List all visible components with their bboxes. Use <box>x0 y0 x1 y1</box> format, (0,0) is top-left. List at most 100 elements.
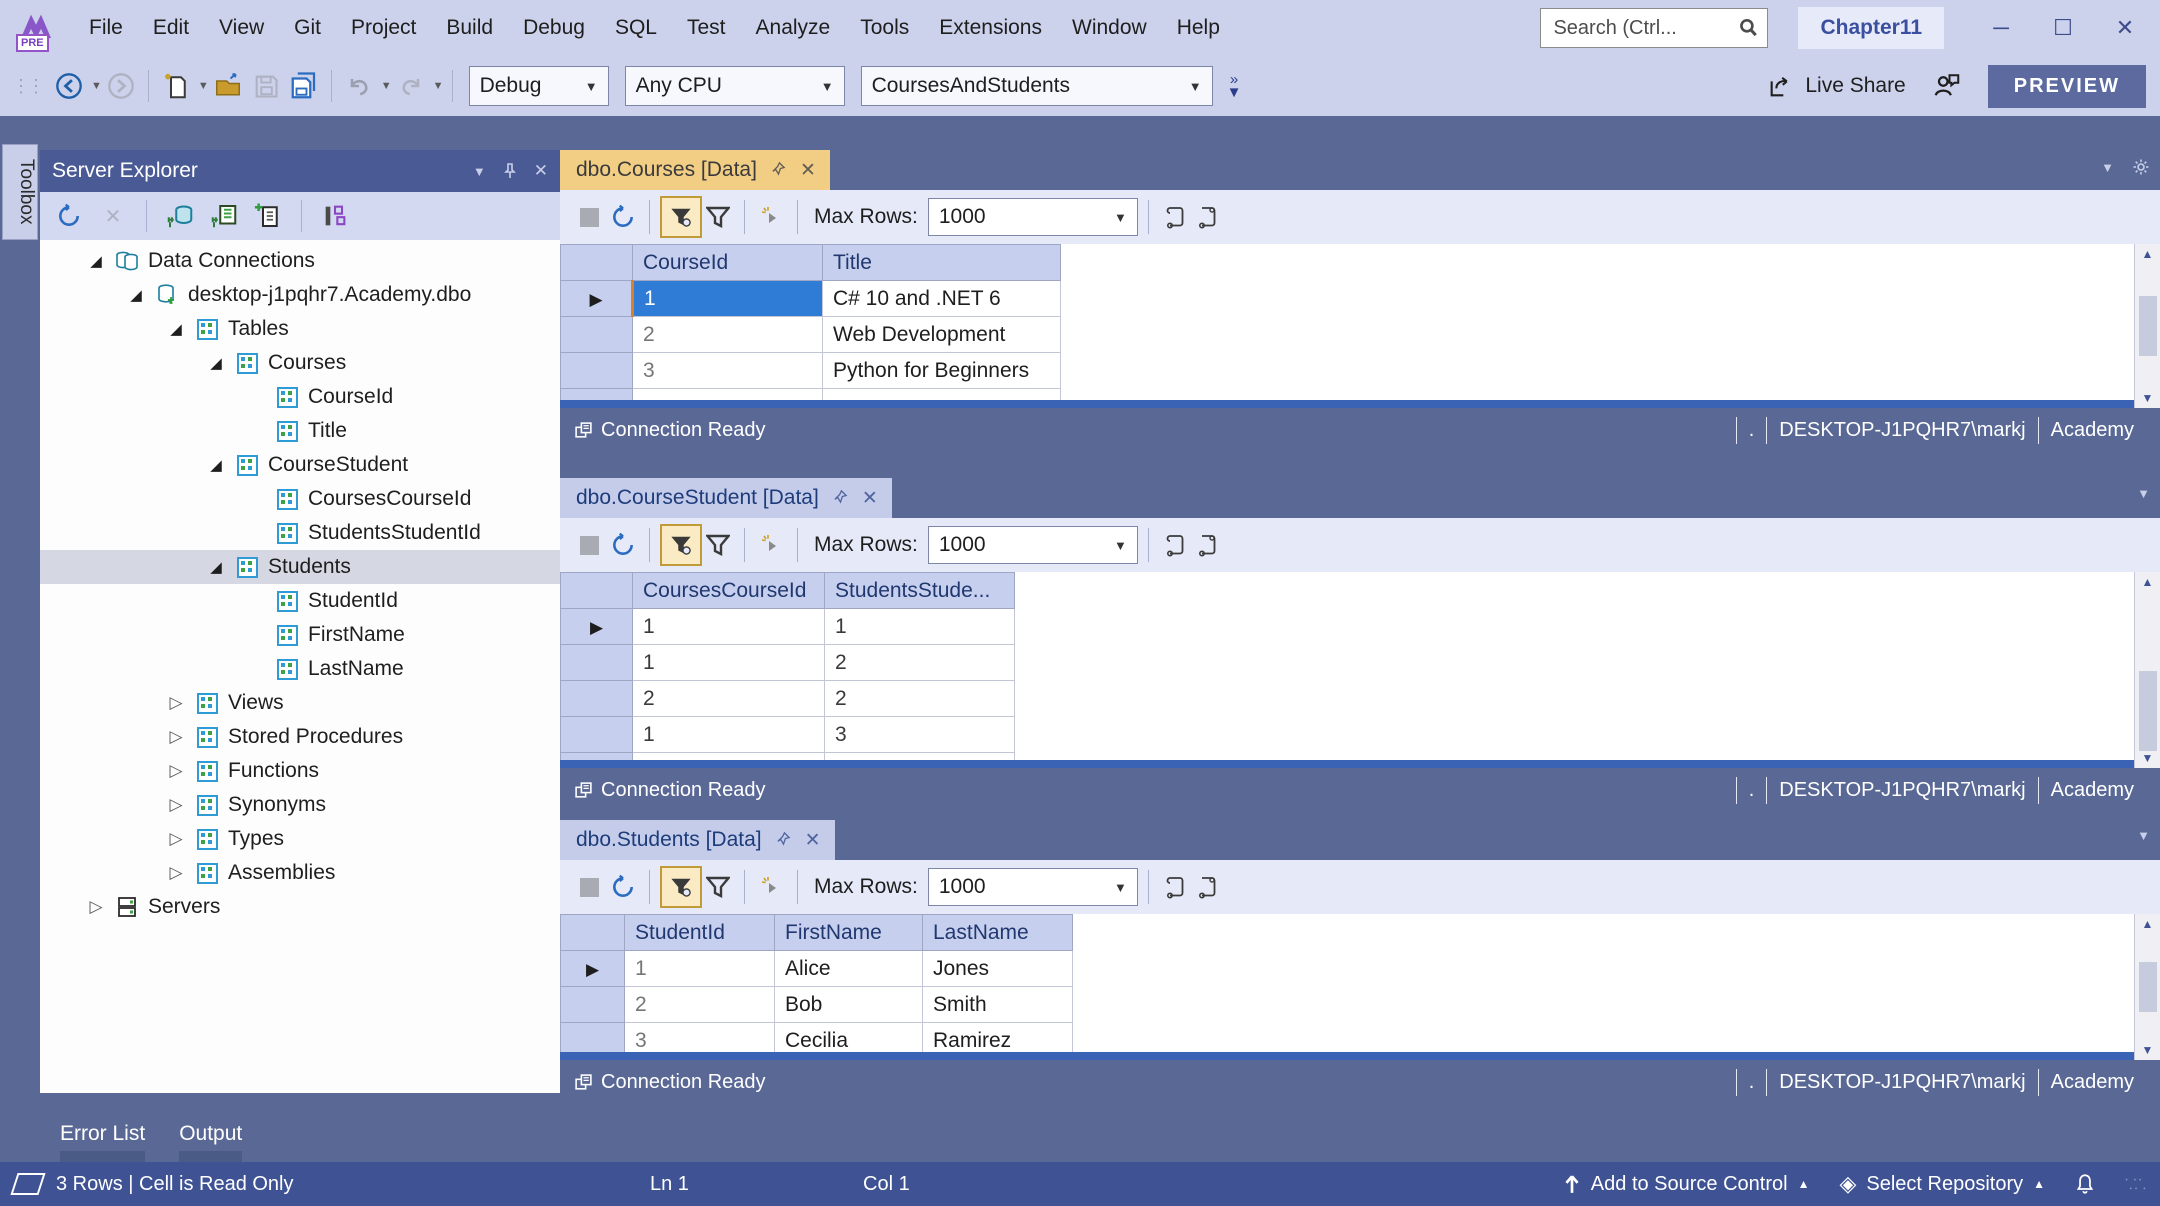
open-file-button[interactable] <box>211 66 245 106</box>
close-icon[interactable]: ✕ <box>534 161 548 181</box>
vertical-scrollbar[interactable]: ▲ ▼ <box>2134 572 2160 768</box>
tree-item-database-connection[interactable]: ◢ desktop-j1pqhr7.Academy.dbo <box>40 278 560 312</box>
expander-collapsed-icon[interactable]: ▷ <box>80 897 112 917</box>
max-rows-dropdown[interactable]: 1000 ▼ <box>928 868 1138 906</box>
expander-expanded-icon[interactable]: ◢ <box>200 354 232 372</box>
column-header-courseid[interactable]: CourseId <box>633 245 823 281</box>
stop-refresh-icon[interactable]: ✕ <box>96 196 130 236</box>
tree-item-stored-procedures[interactable]: ▷ Stored Procedures <box>40 720 560 754</box>
scroll-thumb[interactable] <box>2139 962 2157 1012</box>
connect-to-server-button[interactable] <box>207 196 241 236</box>
column-header-title[interactable]: Title <box>823 245 1061 281</box>
stop-icon[interactable] <box>580 208 599 227</box>
run-query-icon[interactable] <box>755 875 787 899</box>
menu-test[interactable]: Test <box>672 0 741 56</box>
refresh-icon[interactable] <box>607 204 639 230</box>
column-header-studentid[interactable]: StudentId <box>625 915 775 951</box>
cell[interactable]: 2 <box>825 645 1015 681</box>
expander-collapsed-icon[interactable]: ▷ <box>160 863 192 883</box>
filter-icon[interactable] <box>702 205 734 229</box>
horizontal-scrollbar[interactable] <box>560 760 2134 768</box>
stop-icon[interactable] <box>580 878 599 897</box>
filter-icon[interactable] <box>702 875 734 899</box>
tree-item-courses-table[interactable]: ◢ Courses <box>40 346 560 380</box>
gear-icon[interactable] <box>2132 158 2150 176</box>
scroll-up-icon[interactable]: ▲ <box>2142 917 2154 931</box>
tree-item-synonyms[interactable]: ▷ Synonyms <box>40 788 560 822</box>
tree-item-data-connections[interactable]: ◢ Data Connections <box>40 244 560 278</box>
row-header[interactable] <box>561 353 633 389</box>
tab-error-list[interactable]: Error List <box>60 1118 145 1163</box>
toolbar-overflow-button[interactable]: »▼ <box>1227 73 1242 99</box>
expander-collapsed-icon[interactable]: ▷ <box>160 761 192 781</box>
max-rows-dropdown[interactable]: 1000 ▼ <box>928 198 1138 236</box>
pin-icon[interactable] <box>771 158 786 182</box>
menu-analyze[interactable]: Analyze <box>741 0 846 56</box>
vertical-scrollbar[interactable]: ▲ ▼ <box>2134 244 2160 408</box>
tree-item-coursescourseid-column[interactable]: CoursesCourseId <box>40 482 560 516</box>
navigate-forward-button[interactable] <box>104 66 138 106</box>
tree-item-views[interactable]: ▷ Views <box>40 686 560 720</box>
row-header-corner[interactable] <box>561 915 625 951</box>
tab-dbo-courses-data[interactable]: dbo.Courses [Data] ✕ <box>560 150 830 190</box>
tree-item-tables[interactable]: ◢ Tables <box>40 312 560 346</box>
scroll-thumb[interactable] <box>2139 671 2157 751</box>
undo-dropdown-icon[interactable]: ▼ <box>381 80 392 92</box>
tree-item-courseid-column[interactable]: CourseId <box>40 380 560 414</box>
solution-platform-dropdown[interactable]: Any CPU▼ <box>625 66 845 106</box>
menu-help[interactable]: Help <box>1162 0 1235 56</box>
create-new-sql-database-button[interactable] <box>251 196 285 236</box>
scroll-thumb[interactable] <box>2139 296 2157 356</box>
refresh-icon[interactable] <box>607 532 639 558</box>
menu-view[interactable]: View <box>204 0 279 56</box>
close-icon[interactable]: ✕ <box>800 159 816 182</box>
cell[interactable]: 1 <box>633 609 825 645</box>
cell[interactable]: Python for Beginners <box>823 353 1061 389</box>
row-header-current[interactable]: ▶ <box>561 609 633 645</box>
script-file-icon[interactable] <box>1191 205 1223 229</box>
chevron-down-icon[interactable]: ▼ <box>2137 486 2150 501</box>
server-explorer-header[interactable]: Server Explorer ▼ ✕ <box>40 150 560 192</box>
add-to-source-control-button[interactable]: Add to Source Control ▲ <box>1563 1173 1810 1196</box>
script-icon[interactable] <box>1159 205 1191 229</box>
cell[interactable]: 3 <box>633 353 823 389</box>
cell[interactable]: 3 <box>825 717 1015 753</box>
scroll-up-icon[interactable]: ▲ <box>2142 575 2154 589</box>
cell[interactable]: C# 10 and .NET 6 <box>823 281 1061 317</box>
tab-output[interactable]: Output <box>179 1118 242 1163</box>
tree-item-studentid-column[interactable]: StudentId <box>40 584 560 618</box>
save-all-button[interactable] <box>287 66 321 106</box>
expander-expanded-icon[interactable]: ◢ <box>200 558 232 576</box>
new-file-dropdown-icon[interactable]: ▼ <box>198 80 209 92</box>
select-repository-button[interactable]: ◈ Select Repository ▲ <box>1839 1171 2045 1197</box>
script-file-icon[interactable] <box>1191 875 1223 899</box>
filter-active-button[interactable] <box>660 196 702 238</box>
tree-item-servers[interactable]: ▷ Servers <box>40 890 560 924</box>
back-dropdown-icon[interactable]: ▼ <box>91 80 102 92</box>
column-header-firstname[interactable]: FirstName <box>775 915 923 951</box>
chevron-down-icon[interactable]: ▼ <box>2137 828 2150 843</box>
row-header[interactable] <box>561 645 633 681</box>
row-header-corner[interactable] <box>561 245 633 281</box>
cell[interactable]: Bob <box>775 987 923 1023</box>
toolbar-grip[interactable]: ⋮⋮ <box>12 80 42 92</box>
tab-dbo-students-data[interactable]: dbo.Students [Data] ✕ <box>560 820 835 860</box>
horizontal-scrollbar[interactable] <box>560 1052 2134 1060</box>
tree-item-functions[interactable]: ▷ Functions <box>40 754 560 788</box>
column-header-lastname[interactable]: LastName <box>923 915 1073 951</box>
feedback-button[interactable] <box>1932 69 1962 104</box>
tree-item-types[interactable]: ▷ Types <box>40 822 560 856</box>
connect-to-database-button[interactable] <box>163 196 197 236</box>
run-query-icon[interactable] <box>755 533 787 557</box>
auto-arrange-icon[interactable] <box>318 196 352 236</box>
column-header-studentsstudentid[interactable]: StudentsStude... <box>825 573 1015 609</box>
row-header[interactable] <box>561 317 633 353</box>
stop-icon[interactable] <box>580 536 599 555</box>
close-icon[interactable]: ✕ <box>805 829 821 852</box>
line-indicator[interactable]: Ln 1 <box>650 1173 689 1196</box>
notifications-bell-icon[interactable] <box>2075 1173 2095 1195</box>
cell[interactable]: 2 <box>633 681 825 717</box>
resize-grip[interactable]: ⸪⸫ <box>2125 1175 2144 1194</box>
startup-project-dropdown[interactable]: CoursesAndStudents▼ <box>861 66 1213 106</box>
tree-item-studentsstudentid-column[interactable]: StudentsStudentId <box>40 516 560 550</box>
